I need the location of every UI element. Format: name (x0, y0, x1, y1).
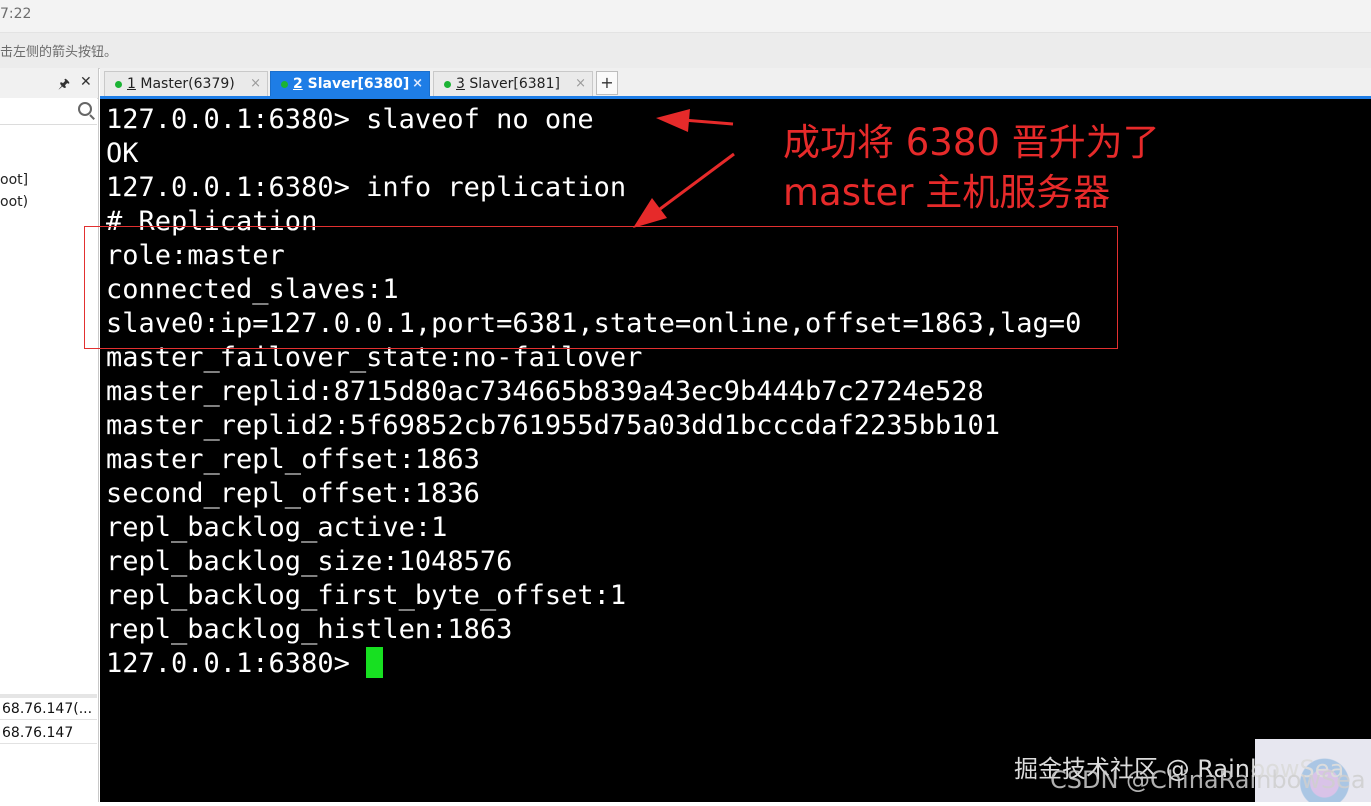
add-tab-button[interactable]: + (596, 71, 618, 95)
connected-status-icon (444, 81, 451, 88)
tab-bar: 1 Master(6379) × 2 Slaver[6380] × 3 Slav… (100, 68, 1371, 97)
terminal-line: repl_backlog_histlen:1863 (106, 614, 513, 645)
tree-item[interactable]: oot) (0, 194, 28, 210)
session-row[interactable]: 68.76.147 (0, 722, 97, 744)
connected-status-icon (115, 81, 122, 88)
terminal-line: repl_backlog_first_byte_offset:1 (106, 580, 627, 611)
sidebar-search-input[interactable] (0, 98, 97, 125)
terminal-line: master_replid:8715d80ac734665b839a43ec9b… (106, 376, 984, 407)
clock-text: 7:22 (0, 6, 32, 22)
tab-label: 1 Master(6379) (127, 76, 235, 92)
search-icon[interactable] (78, 102, 92, 116)
tab-close-icon[interactable]: × (575, 72, 586, 96)
terminal-line: OK (106, 138, 139, 169)
annotation-line: master 主机服务器 (783, 171, 1111, 214)
terminal-prompt: 127.0.0.1:6380> (106, 648, 367, 679)
annotation-note: 成功将 6380 晋升为了 master 主机服务器 (783, 118, 1233, 218)
hint-bar: 击左侧的箭头按钮。 (0, 33, 1371, 69)
tab-close-icon[interactable]: × (250, 72, 261, 96)
pin-icon[interactable]: 🖈 (58, 75, 70, 97)
session-row[interactable]: 68.76.147(... (0, 698, 97, 720)
tab-master-6379[interactable]: 1 Master(6379) × (104, 71, 268, 96)
annotation-line: 成功将 6380 晋升为了 (783, 121, 1160, 164)
tab-label: 3 Slaver[6381] (456, 76, 560, 92)
session-sidebar: 🖈 ✕ oot] oot) 68.76.147(... 68.76.147 (0, 68, 99, 806)
highlight-box (84, 226, 1118, 349)
sidebar-header: 🖈 ✕ (0, 68, 98, 99)
tab-close-icon[interactable]: × (412, 72, 423, 96)
tab-label: 2 Slaver[6380] (293, 76, 410, 92)
title-bar: 7:22 (0, 0, 1371, 33)
terminal-line: 127.0.0.1:6380> slaveof no one (106, 104, 594, 135)
close-icon[interactable]: ✕ (80, 74, 92, 90)
terminal-line: 127.0.0.1:6380> info replication (106, 172, 627, 203)
terminal-line: repl_backlog_active:1 (106, 512, 448, 543)
watermark-text: CSDN @ChinaRainbowSea (1050, 766, 1366, 794)
terminal-cursor (366, 647, 384, 678)
hint-text: 击左侧的箭头按钮。 (0, 45, 118, 60)
session-list: 68.76.147(... 68.76.147 (0, 694, 97, 806)
terminal-line: second_repl_offset:1836 (106, 478, 480, 509)
tab-slaver-6380[interactable]: 2 Slaver[6380] × (270, 71, 430, 96)
terminal-prompt-line: 127.0.0.1:6380> (106, 647, 384, 681)
terminal-line: master_replid2:5f69852cb761955d75a03dd1b… (106, 410, 1001, 441)
terminal-line: master_repl_offset:1863 (106, 444, 480, 475)
tree-item[interactable]: oot] (0, 172, 28, 188)
connected-status-icon (281, 81, 288, 88)
tab-slaver-6381[interactable]: 3 Slaver[6381] × (433, 71, 593, 96)
terminal-line: repl_backlog_size:1048576 (106, 546, 513, 577)
